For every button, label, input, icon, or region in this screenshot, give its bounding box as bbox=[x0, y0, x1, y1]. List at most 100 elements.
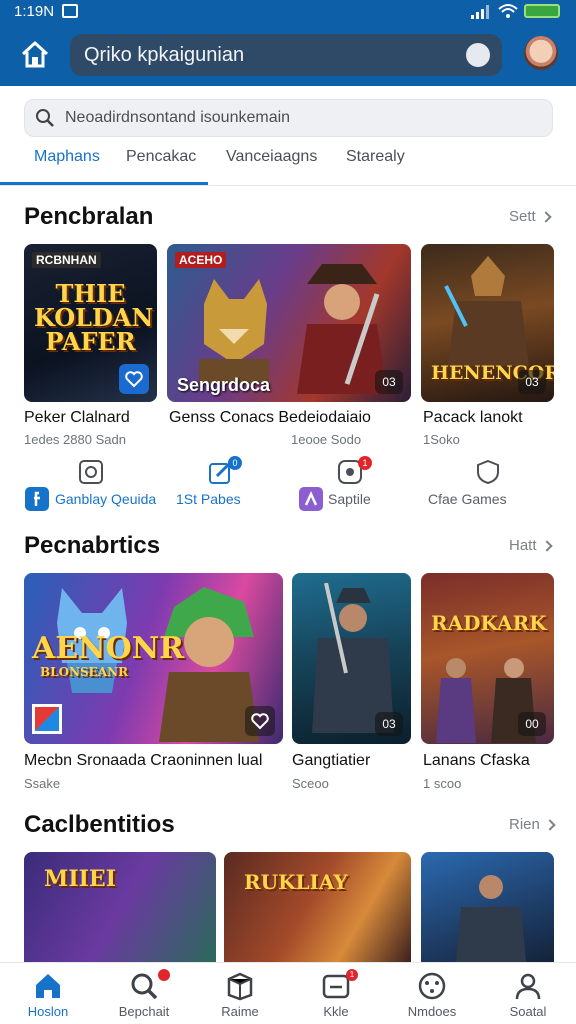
nav-label: Kkle bbox=[323, 1004, 349, 1019]
battery-icon bbox=[524, 4, 560, 18]
bottom-navigation: Hoslon Bepchait Raime 1 Kkle Nmdoes Soat… bbox=[0, 962, 576, 1024]
status-time: 1:19N bbox=[14, 3, 55, 20]
game-card[interactable]: AENONR BLONSEANR bbox=[24, 573, 283, 744]
cover-title: MIIEI bbox=[44, 866, 116, 892]
tab-vanceiaagns[interactable]: Vanceiaagns bbox=[226, 148, 317, 166]
game-name[interactable]: Genss Conacs Bedeiodaiaio bbox=[169, 409, 371, 427]
box-icon bbox=[227, 972, 253, 1001]
chevron-right-icon bbox=[540, 211, 552, 223]
nav-label: Raime bbox=[221, 1004, 259, 1019]
game-subtitle: 1edes 2880 Sadn bbox=[24, 432, 126, 447]
game-card[interactable]: RUKLIAY bbox=[224, 852, 411, 964]
cover-title: THIE KOLDAN PAFER bbox=[34, 279, 154, 356]
game-subtitle: Sceoo bbox=[292, 776, 329, 791]
notification-badge: 0 bbox=[228, 456, 242, 470]
section-see-all-link[interactable]: Hatt bbox=[509, 537, 553, 554]
quick-action-label[interactable]: Saptile bbox=[328, 491, 371, 507]
chevron-right-icon bbox=[540, 540, 553, 552]
section-see-all-link[interactable]: Sett bbox=[509, 208, 552, 225]
fox-character-icon bbox=[199, 279, 269, 384]
quick-action-label[interactable]: 1St Pabes bbox=[176, 491, 241, 507]
search-placeholder: Neoadirdnsontand isounkemain bbox=[65, 109, 291, 126]
tab-starealy[interactable]: Starealy bbox=[346, 148, 405, 166]
person-icon bbox=[515, 973, 541, 1000]
section-link-label: Rien bbox=[509, 816, 540, 833]
game-name[interactable]: Lanans Cfaska bbox=[423, 752, 530, 770]
flag-icon bbox=[32, 704, 62, 734]
game-card[interactable] bbox=[421, 852, 554, 964]
facebook-icon bbox=[25, 487, 49, 511]
game-subtitle: 1Soko bbox=[423, 432, 460, 447]
game-card[interactable]: RADKARK 00 bbox=[421, 573, 554, 744]
home-icon[interactable] bbox=[18, 38, 52, 72]
favorite-icon[interactable] bbox=[245, 706, 275, 736]
nav-profile[interactable]: Soatal bbox=[480, 963, 576, 1024]
count-badge: 03 bbox=[375, 712, 403, 736]
nav-label: Bepchait bbox=[118, 1004, 170, 1019]
notification-badge: 1 bbox=[346, 969, 358, 981]
section-title: Pecnabrtics bbox=[24, 532, 161, 559]
wifi-icon bbox=[498, 4, 518, 18]
section-see-all-link[interactable]: Rien bbox=[509, 816, 556, 833]
favorite-icon[interactable] bbox=[119, 364, 149, 394]
nav-search[interactable]: Bepchait bbox=[96, 963, 192, 1024]
notification-badge: 1 bbox=[358, 456, 372, 470]
game-card[interactable]: RCBNHAN THIE KOLDAN PAFER bbox=[24, 244, 157, 402]
quick-action-label[interactable]: Ganblay Qeuida bbox=[55, 491, 156, 507]
count-badge: 03 bbox=[375, 370, 403, 394]
section-title: Pencbralan bbox=[24, 203, 154, 230]
heart-icon[interactable] bbox=[466, 43, 490, 67]
section-title: Caclbentitios bbox=[24, 811, 175, 838]
gallery-icon[interactable] bbox=[78, 459, 104, 485]
game-card[interactable]: 03 bbox=[292, 573, 411, 744]
home-icon bbox=[36, 974, 60, 998]
knight-character-icon bbox=[456, 875, 526, 962]
cover-title: RUKLIAY bbox=[244, 870, 348, 894]
header-search-field[interactable]: Qriko kpkaigunian bbox=[70, 34, 502, 76]
cover-subtitle: BLONSEANR bbox=[40, 665, 129, 679]
game-card[interactable]: MIIEI bbox=[24, 852, 216, 964]
nav-dial[interactable]: Nmdoes bbox=[384, 963, 480, 1024]
notification-dot bbox=[158, 969, 170, 981]
tab-bar: Maphans Pencakac Vanceiaagns Starealy bbox=[0, 140, 576, 186]
dial-icon bbox=[418, 972, 446, 1000]
cover-tag: ACEHO bbox=[175, 252, 227, 268]
game-card[interactable]: HENENCOR 03 bbox=[421, 244, 554, 402]
notification-icon bbox=[62, 4, 78, 18]
game-name[interactable]: Peker Clalnard bbox=[24, 409, 130, 427]
search-icon bbox=[36, 109, 54, 127]
game-name[interactable]: Mecbn Sronaada Craoninnen lual bbox=[24, 752, 262, 770]
warrior-character-icon bbox=[444, 256, 529, 366]
cover-title: AENONR bbox=[32, 631, 185, 666]
game-name[interactable]: Gangtiatier bbox=[292, 752, 370, 770]
tab-maphans[interactable]: Maphans bbox=[34, 148, 100, 166]
count-badge: 00 bbox=[518, 712, 546, 736]
nav-label: Hoslon bbox=[27, 1004, 69, 1019]
nav-box[interactable]: Raime bbox=[192, 963, 288, 1024]
nav-inbox[interactable]: 1 Kkle bbox=[288, 963, 384, 1024]
cover-caption: Sengrdoca bbox=[177, 375, 271, 395]
cover-title: RADKARK bbox=[431, 611, 547, 635]
count-badge: 03 bbox=[518, 370, 546, 394]
game-subtitle: 1 scoo bbox=[423, 776, 462, 791]
game-subtitle: 1eooe Sodo bbox=[291, 432, 362, 447]
game-name[interactable]: Pacack lanokt bbox=[423, 409, 523, 427]
section-link-label: Hatt bbox=[509, 537, 537, 554]
nav-home[interactable]: Hoslon bbox=[0, 963, 96, 1024]
shield-icon[interactable] bbox=[475, 459, 501, 485]
header-search-text: Qriko kpkaigunian bbox=[84, 44, 245, 66]
section-link-label: Sett bbox=[509, 208, 536, 225]
status-bar: 1:19N bbox=[0, 0, 576, 24]
spark-icon bbox=[299, 487, 323, 511]
cover-tag: RCBNHAN bbox=[32, 252, 101, 268]
avatar[interactable] bbox=[524, 36, 558, 70]
game-subtitle: Ssake bbox=[24, 776, 61, 791]
nav-label: Nmdoes bbox=[407, 1004, 457, 1019]
tab-pencakac[interactable]: Pencakac bbox=[126, 148, 196, 166]
knight-character-icon bbox=[312, 583, 394, 733]
game-card[interactable]: ACEHO Sengrdoca 03 bbox=[167, 244, 411, 402]
app-header: Qriko kpkaigunian bbox=[0, 24, 576, 86]
search-input[interactable]: Neoadirdnsontand isounkemain bbox=[24, 99, 553, 137]
chevron-right-icon bbox=[544, 819, 556, 831]
quick-action-label[interactable]: Cfae Games bbox=[428, 491, 507, 507]
